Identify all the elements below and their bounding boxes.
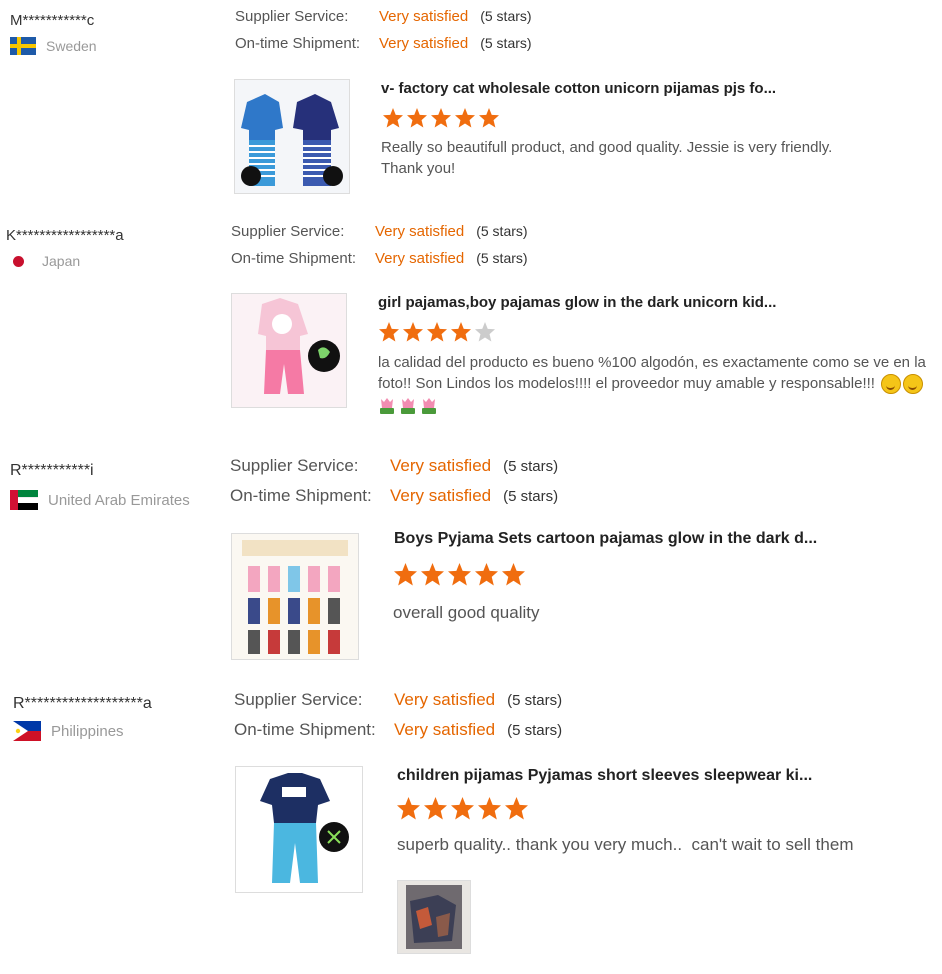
shipment-stars: (5 stars) — [503, 488, 559, 505]
rating-summary: Supplier Service: Very satisfied (5 stars)… — [234, 690, 562, 750]
supplier-service-label: Supplier Service: — [235, 8, 349, 25]
supplier-service-value: Very satisfied — [390, 456, 492, 475]
shipment-label: On-time Shipment: — [230, 486, 372, 505]
shipment-label: On-time Shipment: — [235, 35, 361, 52]
review-comment: superb quality.. thank you very much.. c… — [397, 835, 854, 854]
product-thumbnail[interactable] — [234, 79, 350, 194]
uae-flag-icon — [10, 490, 38, 510]
shipment-label: On-time Shipment: — [231, 250, 357, 267]
supplier-service-stars: (5 stars) — [480, 8, 532, 24]
star-filled-icon — [421, 563, 444, 586]
supplier-service-label: Supplier Service: — [234, 690, 363, 709]
star-filled-icon — [475, 563, 498, 586]
tulip-icon — [401, 398, 415, 415]
reviewer-info: M***********c Sweden — [10, 12, 97, 55]
shipment-label: On-time Shipment: — [234, 720, 376, 739]
star-filled-icon — [407, 108, 427, 128]
reviewer-country: Sweden — [10, 37, 97, 55]
star-rating — [392, 563, 527, 586]
supplier-service-stars: (5 stars) — [507, 692, 563, 709]
star-filled-icon — [431, 108, 451, 128]
star-rating — [381, 108, 501, 128]
review-comment: la calidad del producto es bueno %100 al… — [378, 352, 940, 415]
star-filled-icon — [424, 797, 447, 820]
star-empty-icon — [475, 322, 495, 342]
reviewer-name: K*****************a — [6, 227, 124, 244]
star-filled-icon — [383, 108, 403, 128]
reviewer-country: Japan — [6, 252, 124, 270]
supplier-service-label: Supplier Service: — [231, 223, 345, 240]
reviewer-country: Philippines — [13, 721, 152, 741]
country-name: United Arab Emirates — [48, 491, 190, 509]
smile-emoji-icon — [903, 374, 924, 395]
star-filled-icon — [448, 563, 471, 586]
supplier-service-stars: (5 stars) — [476, 223, 528, 239]
shipment-value: Very satisfied — [394, 720, 496, 739]
star-filled-icon — [397, 797, 420, 820]
rating-summary: Supplier Service: Very satisfied (5 stars)… — [235, 8, 532, 62]
tulip-emojis — [378, 396, 441, 415]
rating-summary: Supplier Service: Very satisfied (5 stars)… — [230, 456, 558, 516]
star-filled-icon — [505, 797, 528, 820]
supplier-service-value: Very satisfied — [394, 690, 496, 709]
star-filled-icon — [394, 563, 417, 586]
star-filled-icon — [478, 797, 501, 820]
star-filled-icon — [479, 108, 499, 128]
star-filled-icon — [451, 797, 474, 820]
reviewer-name: R*******************a — [13, 695, 152, 712]
country-name: Philippines — [51, 722, 124, 740]
star-filled-icon — [451, 322, 471, 342]
comment-text: la calidad del producto es bueno %100 al… — [378, 354, 926, 392]
country-name: Sweden — [46, 38, 97, 54]
supplier-service-value: Very satisfied — [379, 8, 469, 25]
reviewer-country: United Arab Emirates — [10, 490, 190, 510]
japan-flag-icon — [6, 252, 32, 270]
product-thumbnail[interactable] — [235, 766, 363, 893]
star-rating — [377, 322, 497, 342]
shipment-value: Very satisfied — [379, 35, 469, 52]
smile-emoji-icon — [881, 374, 902, 395]
reviewer-info: R***********i United Arab Emirates — [10, 462, 190, 510]
country-name: Japan — [42, 253, 81, 269]
product-title[interactable]: girl pajamas,boy pajamas glow in the dar… — [378, 294, 776, 311]
review-photo-thumbnail[interactable] — [397, 880, 471, 954]
shipment-stars: (5 stars) — [480, 35, 532, 51]
shipment-value: Very satisfied — [375, 250, 465, 267]
tulip-icon — [380, 398, 394, 415]
shipment-value: Very satisfied — [390, 486, 492, 505]
review-comment: Really so beautifull product, and good q… — [381, 139, 833, 177]
tulip-icon — [422, 398, 436, 415]
sweden-flag-icon — [10, 37, 36, 55]
product-title[interactable]: v- factory cat wholesale cotton unicorn … — [381, 80, 776, 97]
shipment-stars: (5 stars) — [476, 250, 528, 266]
star-filled-icon — [502, 563, 525, 586]
reviewer-info: R*******************a Philippines — [13, 695, 152, 741]
star-filled-icon — [403, 322, 423, 342]
product-thumbnail[interactable] — [231, 293, 347, 408]
supplier-service-value: Very satisfied — [375, 223, 465, 240]
reviewer-name: M***********c — [10, 12, 95, 29]
review-comment: overall good quality — [393, 603, 540, 622]
star-filled-icon — [427, 322, 447, 342]
product-title[interactable]: Boys Pyjama Sets cartoon pajamas glow in… — [394, 530, 817, 548]
shipment-stars: (5 stars) — [507, 722, 563, 739]
philippines-flag-icon — [13, 721, 41, 741]
product-thumbnail[interactable] — [231, 533, 359, 660]
star-filled-icon — [455, 108, 475, 128]
star-filled-icon — [379, 322, 399, 342]
rating-summary: Supplier Service: Very satisfied (5 stars)… — [231, 223, 528, 277]
supplier-service-label: Supplier Service: — [230, 456, 359, 475]
reviewer-name: R***********i — [10, 462, 94, 479]
reviewer-info: K*****************a Japan — [6, 227, 124, 270]
product-title[interactable]: children pijamas Pyjamas short sleeves s… — [397, 767, 812, 785]
star-rating — [395, 797, 530, 820]
supplier-service-stars: (5 stars) — [503, 458, 559, 475]
